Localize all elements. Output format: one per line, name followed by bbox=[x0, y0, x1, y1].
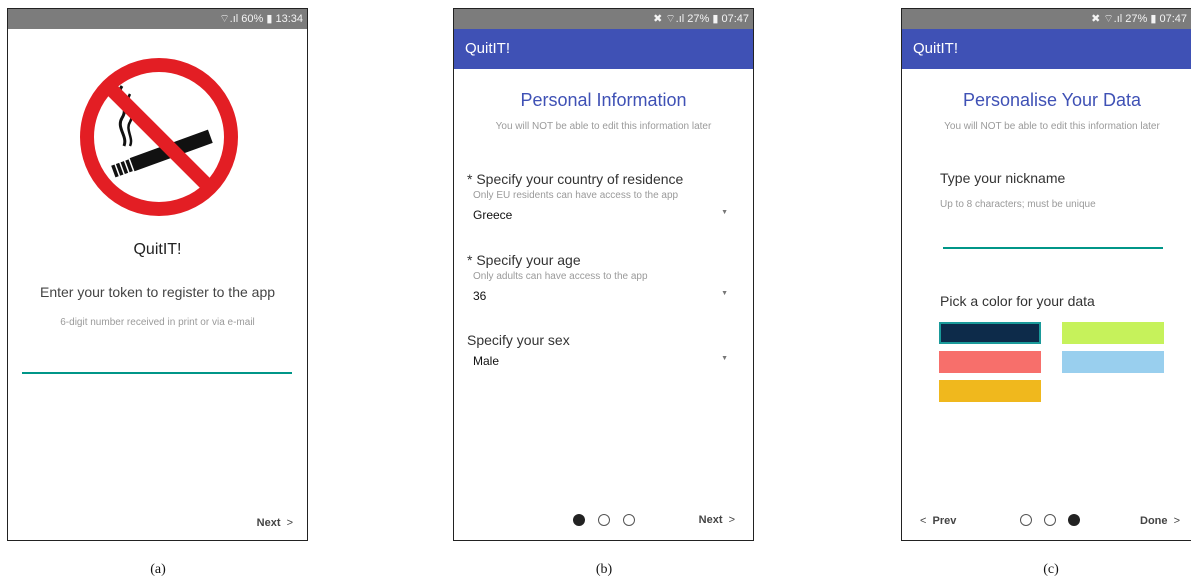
prev-label: Prev bbox=[932, 515, 957, 527]
next-button[interactable]: Next > bbox=[257, 517, 293, 529]
chevron-right-icon: > bbox=[286, 517, 293, 529]
token-prompt: Enter your token to register to the app bbox=[39, 284, 276, 300]
sex-value: Male bbox=[473, 354, 500, 368]
nickname-label: Type your nickname bbox=[940, 170, 1066, 186]
next-label: Next bbox=[256, 517, 281, 529]
page-indicator-dot-3 bbox=[623, 514, 635, 526]
dropdown-arrow-icon: ▼ bbox=[721, 290, 728, 297]
color-swatch-5[interactable] bbox=[939, 380, 1041, 402]
color-swatch-1[interactable] bbox=[939, 322, 1041, 344]
sex-select[interactable]: Male ▼ bbox=[473, 352, 728, 370]
page-subtitle: You will NOT be able to edit this inform… bbox=[944, 121, 1160, 132]
app-bar-title: QuitIT! bbox=[454, 29, 753, 69]
next-label: Next bbox=[698, 514, 723, 526]
caption-c: (c) bbox=[1043, 562, 1059, 577]
app-bar-title: QuitIT! bbox=[902, 29, 1191, 69]
chevron-right-icon: > bbox=[1173, 515, 1180, 527]
color-swatch-4[interactable] bbox=[1062, 351, 1164, 373]
chevron-left-icon: < bbox=[920, 515, 927, 527]
app-name: QuitIT! bbox=[133, 241, 182, 258]
status-bar: ✖ ⌔.ıl 27% ▮ 07:47 bbox=[454, 9, 753, 29]
caption-a: (a) bbox=[150, 562, 166, 577]
age-value: 36 bbox=[473, 289, 487, 303]
country-value: Greece bbox=[473, 208, 513, 222]
token-input[interactable] bbox=[22, 372, 292, 374]
nickname-hint: Up to 8 characters; must be unique bbox=[940, 199, 1096, 210]
screen-personalise-data: ✖ ⌔.ıl 27% ▮ 07:47 QuitIT! Personalise Y… bbox=[901, 8, 1191, 541]
done-button[interactable]: Done > bbox=[1140, 515, 1180, 527]
sex-label: Specify your sex bbox=[467, 332, 570, 348]
dropdown-arrow-icon: ▼ bbox=[721, 355, 728, 362]
no-smoking-icon bbox=[80, 58, 238, 216]
color-swatch-3[interactable] bbox=[939, 351, 1041, 373]
page-indicator-dot-1 bbox=[573, 514, 585, 526]
color-label: Pick a color for your data bbox=[940, 293, 1095, 309]
page-indicator-dot-2 bbox=[598, 514, 610, 526]
page-indicator-dot-3 bbox=[1068, 514, 1080, 526]
status-bar: ✖ ⌔.ıl 27% ▮ 07:47 bbox=[902, 9, 1191, 29]
prev-button[interactable]: < Prev bbox=[920, 515, 956, 527]
age-label: * Specify your age bbox=[467, 252, 581, 268]
country-select[interactable]: Greece ▼ bbox=[473, 206, 728, 224]
country-label: * Specify your country of residence bbox=[467, 171, 684, 187]
page-title: Personal Information bbox=[520, 90, 687, 110]
color-swatch-2[interactable] bbox=[1062, 322, 1164, 344]
screen-personal-information: ✖ ⌔.ıl 27% ▮ 07:47 QuitIT! Personal Info… bbox=[453, 8, 754, 541]
page-subtitle: You will NOT be able to edit this inform… bbox=[495, 121, 712, 132]
dropdown-arrow-icon: ▼ bbox=[721, 209, 728, 216]
done-label: Done bbox=[1140, 515, 1168, 527]
chevron-right-icon: > bbox=[728, 514, 735, 526]
age-hint: Only adults can have access to the app bbox=[473, 271, 648, 282]
page-title: Personalise Your Data bbox=[962, 90, 1142, 110]
token-hint: 6-digit number received in print or via … bbox=[60, 317, 255, 328]
page-indicator-dot-2 bbox=[1044, 514, 1056, 526]
status-bar: ⌔.ıl 60% ▮ 13:34 bbox=[8, 9, 307, 29]
country-hint: Only EU residents can have access to the… bbox=[473, 190, 679, 201]
age-select[interactable]: 36 ▼ bbox=[473, 287, 728, 305]
caption-b: (b) bbox=[595, 562, 613, 577]
page-indicator-dot-1 bbox=[1020, 514, 1032, 526]
screen-token-registration: ⌔.ıl 60% ▮ 13:34 QuitIT! Enter your toke… bbox=[7, 8, 308, 541]
next-button[interactable]: Next > bbox=[699, 514, 735, 526]
nickname-input[interactable] bbox=[943, 247, 1163, 249]
